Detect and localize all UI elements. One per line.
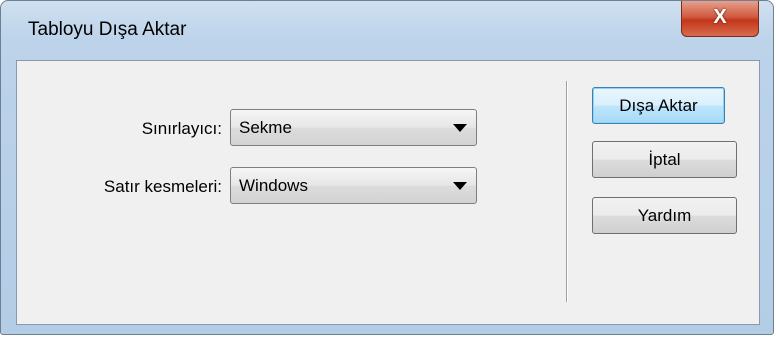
delimiter-select[interactable]: Sekme bbox=[230, 109, 477, 146]
linebreak-selected-value: Windows bbox=[239, 176, 308, 195]
export-button[interactable]: Dışa Aktar bbox=[592, 87, 725, 124]
dialog-client-area: Sınırlayıcı: Sekme Satır kesmeleri: Wind… bbox=[16, 60, 760, 325]
export-table-dialog: Tabloyu Dışa Aktar X Sınırlayıcı: Sekme … bbox=[0, 0, 774, 335]
delimiter-label: Sınırlayıcı: bbox=[141, 119, 222, 138]
title-bar[interactable]: Tabloyu Dışa Aktar X bbox=[1, 1, 773, 59]
chevron-down-icon bbox=[453, 124, 467, 132]
linebreak-label: Satır kesmeleri: bbox=[103, 177, 222, 196]
help-button[interactable]: Yardım bbox=[592, 197, 737, 234]
linebreak-select[interactable]: Windows bbox=[230, 167, 477, 204]
close-button[interactable]: X bbox=[681, 1, 759, 37]
cancel-button[interactable]: İptal bbox=[592, 141, 737, 178]
delimiter-selected-value: Sekme bbox=[239, 118, 292, 137]
dialog-title: Tabloyu Dışa Aktar bbox=[28, 19, 187, 40]
chevron-down-icon bbox=[453, 182, 467, 190]
vertical-separator bbox=[566, 81, 568, 302]
close-icon: X bbox=[713, 6, 727, 28]
